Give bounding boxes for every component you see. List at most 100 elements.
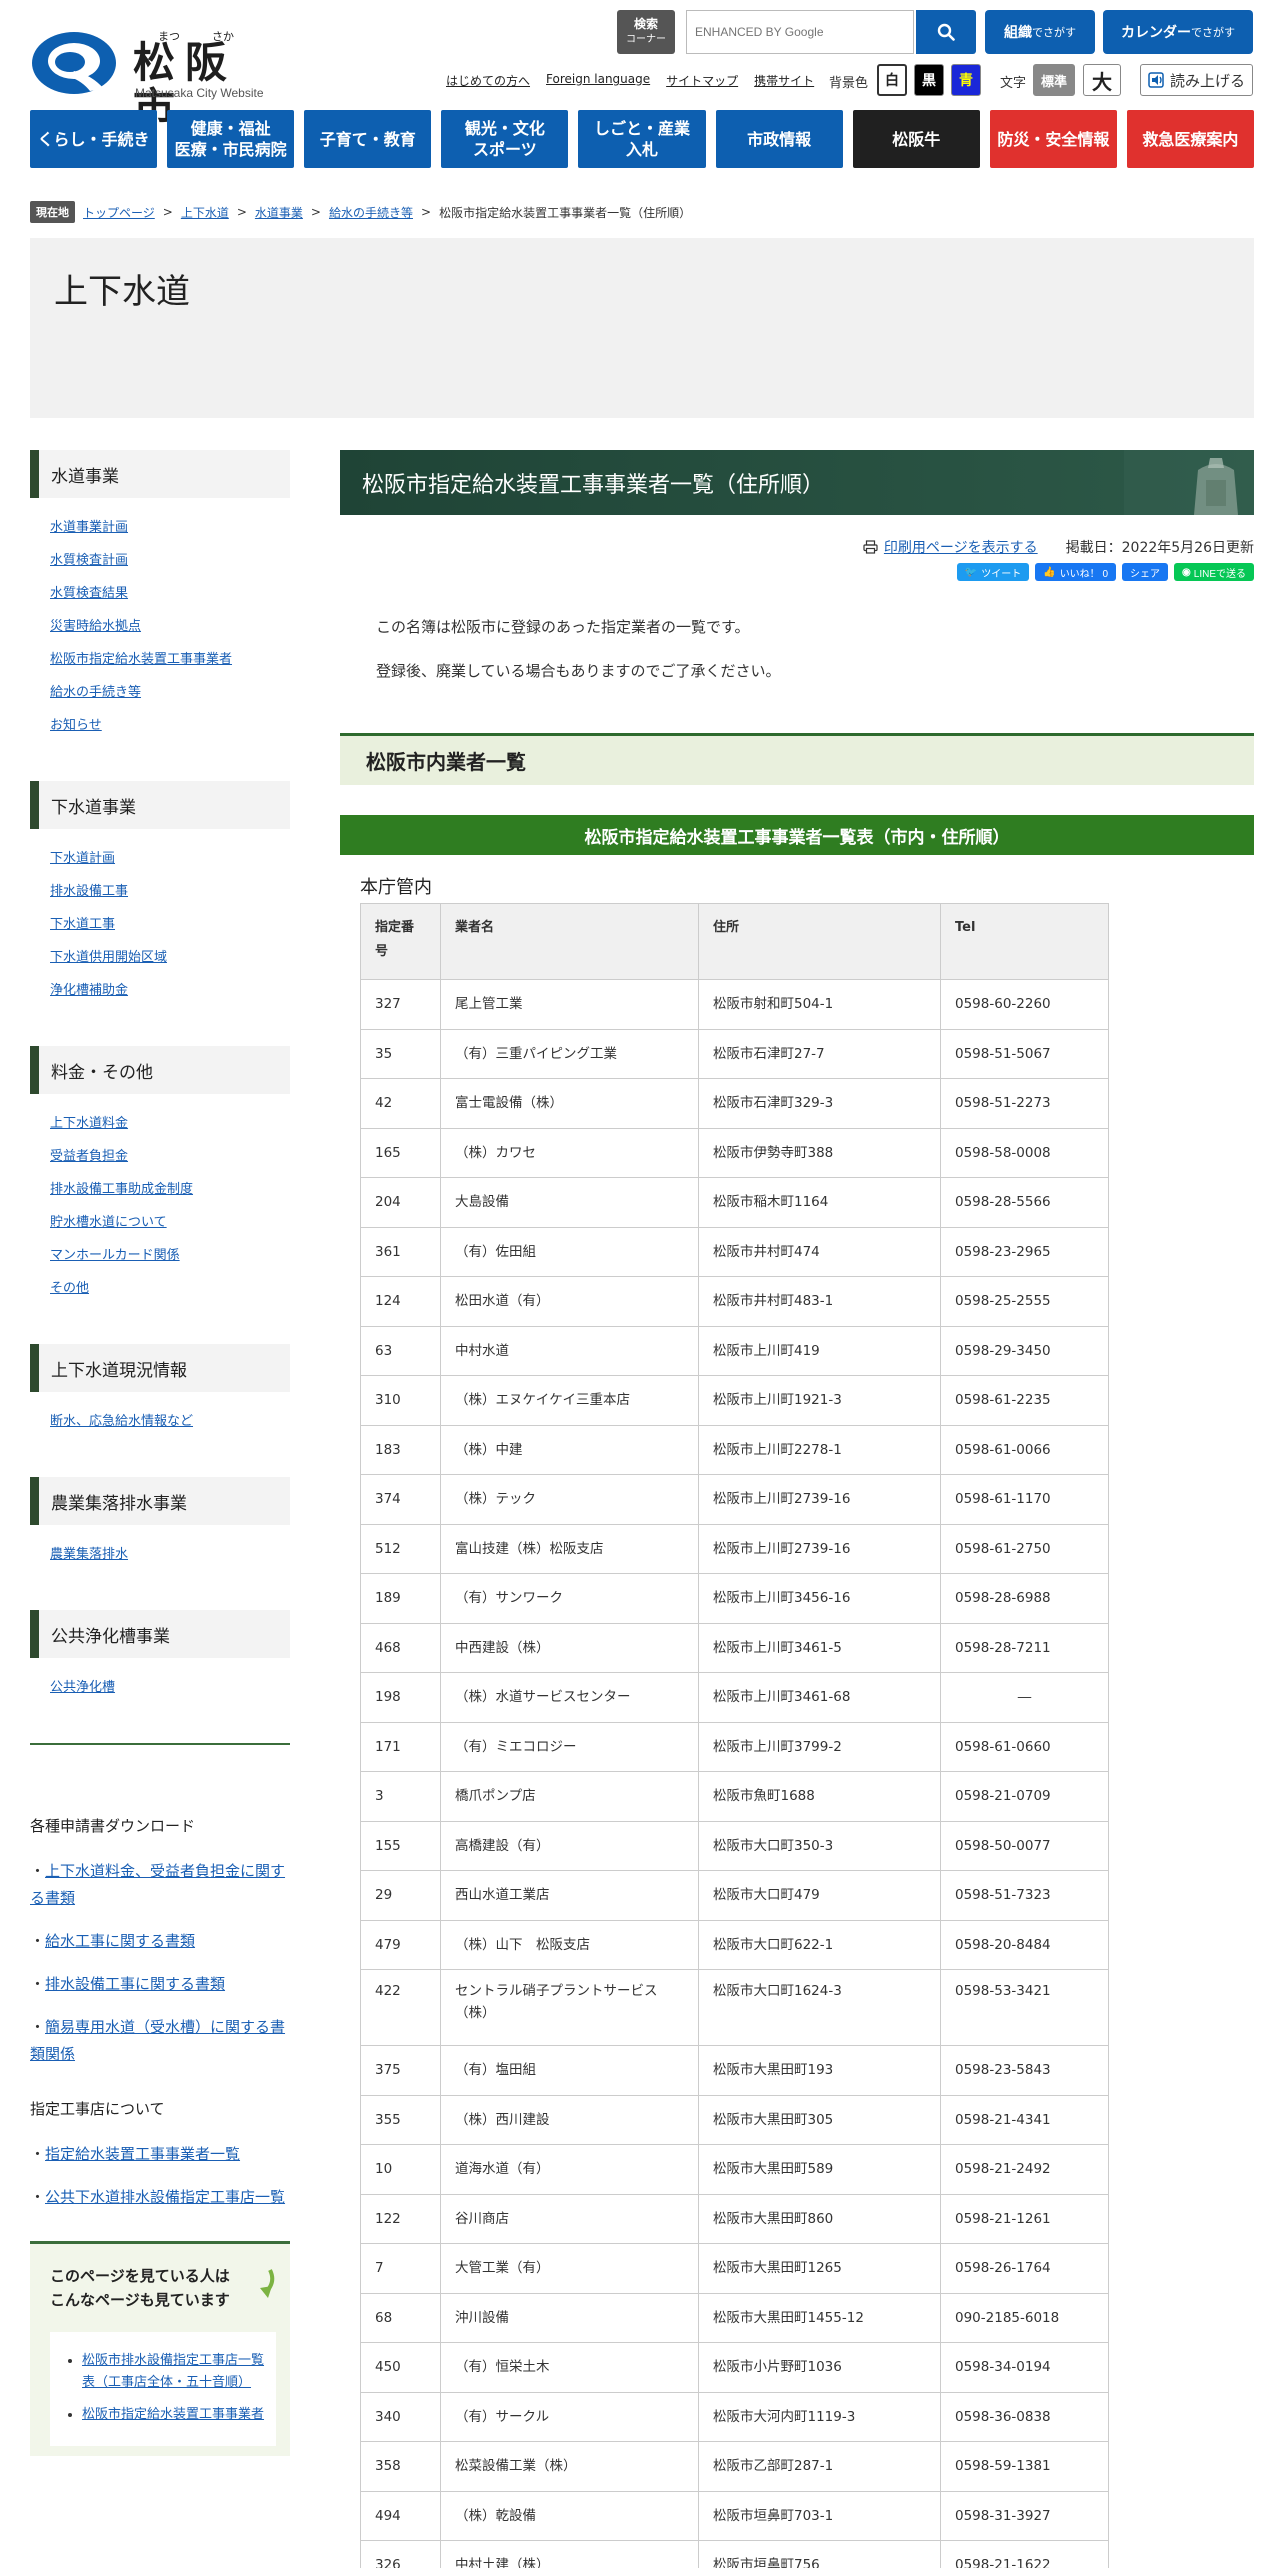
download-link[interactable]: 簡易専用水道（受水槽）に関する書類関係 — [30, 2018, 285, 2063]
intro-paragraph: この名簿は松阪市に登録のあった指定業者の一覧です。 — [376, 618, 750, 636]
sidebar-item: 水道事業計画 — [50, 516, 290, 535]
nav-disaster-safety[interactable]: 防災・安全情報 — [989, 110, 1117, 168]
calendar-search-button[interactable]: カレンダー でさがす — [1103, 10, 1253, 54]
nav-matsusaka-beef[interactable]: 松阪牛 — [852, 110, 980, 168]
cell-tel: 0598-61-2750 — [940, 1523, 1109, 1574]
line-share-button[interactable]: ◉ LINEで送る — [1174, 563, 1254, 581]
sidebar-section-title: 料金・その他 — [30, 1046, 290, 1094]
cell-tel: 0598-25-2555 — [940, 1276, 1109, 1327]
sidebar-link[interactable]: 断水、応急給水情報など — [50, 1414, 193, 1429]
city-emblem-icon — [32, 32, 116, 94]
cell-tel: 0598-51-2273 — [940, 1078, 1109, 1129]
cell-tel: 0598-34-0194 — [940, 2342, 1109, 2393]
cell-number: 512 — [360, 1523, 441, 1574]
sidebar-link[interactable]: マンホールカード関係 — [50, 1248, 180, 1263]
table-row: 375 （有）塩田組 松阪市大黒田町193 0598-23-5843 — [360, 2045, 1109, 2096]
cell-number: 204 — [360, 1177, 441, 1228]
nav-work-industry[interactable]: しごと・産業 入札 — [578, 110, 706, 168]
font-standard-button[interactable]: 標準 — [1033, 64, 1075, 96]
search-input[interactable] — [695, 25, 905, 39]
tweet-label: ツイート — [981, 568, 1022, 580]
table-row: 468 中西建設（株） 松阪市上川町3461-5 0598-28-7211 — [360, 1622, 1109, 1673]
cell-tel: 0598-21-1622 — [940, 2540, 1109, 2568]
nav-health-welfare[interactable]: 健康・福祉 医療・市民病院 — [167, 110, 295, 168]
site-logo[interactable]: まつ さか 松阪市 Matsusaka City Website — [30, 28, 285, 132]
org-search-button[interactable]: 組織 でさがす — [985, 10, 1095, 54]
bg-white-button[interactable]: 白 — [877, 64, 907, 96]
sidebar-link[interactable]: 上下水道料金 — [50, 1116, 128, 1131]
breadcrumb-water[interactable]: 上下水道 — [181, 204, 229, 221]
link-beginners[interactable]: はじめての方へ — [446, 72, 530, 89]
facebook-share-button[interactable]: シェア — [1122, 563, 1169, 581]
sidebar-section-title: 下水道事業 — [30, 781, 290, 829]
related-page-link[interactable]: 松阪市排水設備指定工事店一覧表（工事店全体・五十音順） — [82, 2353, 264, 2390]
sidebar-link[interactable]: その他 — [50, 1281, 89, 1296]
sidebar-link[interactable]: 公共浄化槽 — [50, 1680, 115, 1695]
table-row: 198 （株）水道サービスセンター 松阪市上川町3461-68 ― — [360, 1672, 1109, 1723]
sidebar-link[interactable]: 給水の手続き等 — [50, 685, 141, 700]
table-row: 189 （有）サンワーク 松阪市上川町3456-16 0598-28-6988 — [360, 1573, 1109, 1624]
sidebar-link[interactable]: 下水道工事 — [50, 917, 115, 932]
download-link[interactable]: 給水工事に関する書類 — [45, 1932, 195, 1950]
cell-tel: 0598-23-5843 — [940, 2045, 1109, 2096]
contractor-link[interactable]: 指定給水装置工事事業者一覧 — [45, 2145, 240, 2163]
sidebar-link[interactable]: 水質検査計画 — [50, 553, 128, 568]
contractor-item: ・公共下水道排水設備指定工事店一覧 — [30, 2188, 286, 2206]
cell-company-name: 西山水道工業店 — [440, 1870, 699, 1921]
font-large-button[interactable]: 大 — [1083, 64, 1121, 96]
cell-tel: 0598-28-7211 — [940, 1622, 1109, 1673]
download-link[interactable]: 排水設備工事に関する書類 — [45, 1975, 225, 1993]
sidebar-link[interactable]: 下水道供用開始区域 — [50, 950, 167, 965]
breadcrumb-procedures[interactable]: 給水の手続き等 — [329, 204, 413, 221]
cell-address: 松阪市石津町329-3 — [698, 1078, 941, 1129]
sidebar-link[interactable]: 排水設備工事助成金制度 — [50, 1182, 193, 1197]
sidebar-link[interactable]: 貯水槽水道について — [50, 1215, 167, 1230]
nav-living[interactable]: くらし・手続き — [30, 110, 158, 168]
related-page-item: 松阪市指定給水装置工事事業者 — [82, 2404, 266, 2426]
link-sitemap[interactable]: サイトマップ — [666, 72, 738, 89]
search-box[interactable] — [686, 10, 914, 54]
table-row: 165 （株）カワセ 松阪市伊勢寺町388 0598-58-0008 — [360, 1127, 1109, 1178]
cell-address: 松阪市上川町419 — [698, 1325, 941, 1376]
cell-address: 松阪市大黒田町1265 — [698, 2243, 941, 2294]
table-row: 3 橋爪ポンプ店 松阪市魚町1688 0598-21-0709 — [360, 1771, 1109, 1822]
breadcrumb-waterworks[interactable]: 水道事業 — [255, 204, 303, 221]
sidebar-link[interactable]: 受益者負担金 — [50, 1149, 128, 1164]
read-aloud-button[interactable]: 読み上げる — [1140, 64, 1253, 96]
nav-childcare[interactable]: 子育て・教育 — [304, 110, 432, 168]
breadcrumb-top[interactable]: トップページ — [83, 204, 155, 221]
sidebar-link[interactable]: 排水設備工事 — [50, 884, 128, 899]
sidebar-link[interactable]: 水質検査結果 — [50, 586, 128, 601]
sidebar-section-title: 上下水道現況情報 — [30, 1344, 290, 1392]
bg-black-button[interactable]: 黒 — [914, 64, 944, 96]
download-link[interactable]: 上下水道料金、受益者負担金に関する書類 — [30, 1862, 285, 1907]
cell-tel: 0598-36-0838 — [940, 2391, 1109, 2442]
sidebar-link[interactable]: 災害時給水拠点 — [50, 619, 141, 634]
cell-company-name: 尾上管工業 — [440, 979, 699, 1030]
sidebar-link[interactable]: 下水道計画 — [50, 851, 115, 866]
nav-emergency-medical[interactable]: 救急医療案内 — [1126, 110, 1254, 168]
cell-address: 松阪市上川町3456-16 — [698, 1573, 941, 1624]
link-mobile-site[interactable]: 携帯サイト — [754, 72, 814, 89]
sidebar-link[interactable]: お知らせ — [50, 718, 102, 733]
tweet-button[interactable]: 🐦 ツイート — [956, 563, 1030, 581]
facebook-like-button[interactable]: 👍 いいね！ 0 — [1035, 563, 1117, 581]
sidebar-link[interactable]: 浄化槽補助金 — [50, 983, 128, 998]
search-button[interactable] — [916, 10, 976, 54]
sidebar-link[interactable]: 水道事業計画 — [50, 520, 128, 535]
related-page-link[interactable]: 松阪市指定給水装置工事事業者 — [82, 2407, 264, 2422]
nav-living-label: くらし・手続き — [37, 129, 150, 149]
print-page-link[interactable]: 印刷用ページを表示する — [863, 537, 1038, 557]
link-foreign-language[interactable]: Foreign language — [546, 72, 650, 89]
sidebar-item: 浄化槽補助金 — [50, 979, 290, 998]
breadcrumb-sep: > — [236, 205, 247, 219]
sidebar-link[interactable]: 松阪市指定給水装置工事事業者 — [50, 652, 232, 667]
sidebar-section-title: 公共浄化槽事業 — [30, 1610, 290, 1658]
nav-tourism[interactable]: 観光・文化 スポーツ — [441, 110, 569, 168]
bg-blue-button[interactable]: 青 — [951, 64, 981, 96]
contractor-link[interactable]: 公共下水道排水設備指定工事店一覧 — [45, 2188, 285, 2206]
table-row: 340 （有）サークル 松阪市大河内町1119-3 0598-36-0838 — [360, 2391, 1109, 2442]
sidebar-link[interactable]: 農業集落排水 — [50, 1547, 128, 1562]
cell-tel: 0598-23-2965 — [940, 1226, 1109, 1277]
nav-city-info[interactable]: 市政情報 — [715, 110, 843, 168]
